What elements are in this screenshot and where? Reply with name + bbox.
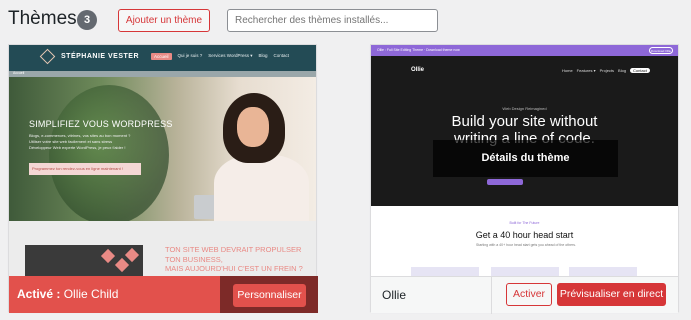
- theme-card-active[interactable]: STÉPHANIE VESTER Accueil Qui je suis ? S…: [8, 44, 318, 313]
- preview-eyebrow: Web Design Reimagined: [502, 106, 547, 111]
- preview-section-text: Starting with a 40+ hour head start gets…: [476, 243, 576, 247]
- preview-nav: Accueil Qui je suis ? Services WordPress…: [151, 53, 289, 60]
- theme-card-ollie[interactable]: Ollie : Full Site Editing Theme · Downlo…: [370, 44, 679, 314]
- preview-nav: Home Features ▾ Projects Blog Contact: [562, 68, 650, 73]
- preview-feature-box: [491, 267, 559, 276]
- diamond-logo-icon: [39, 48, 56, 65]
- preview-headline: SIMPLIFIEZ VOUS WORDPRESS: [29, 119, 173, 129]
- theme-screenshot[interactable]: STÉPHANIE VESTER Accueil Qui je suis ? S…: [9, 45, 316, 276]
- preview-quote-line: TON BUSINESS,: [165, 254, 223, 264]
- preview-nav-item: Contact: [273, 53, 289, 58]
- preview-section-eyebrow: Built for The Future: [509, 221, 540, 225]
- preview-announcement-button: Download Ollie: [649, 47, 673, 54]
- preview-purple-button: [487, 179, 523, 185]
- preview-breadcrumb-text: Accueil: [13, 71, 25, 75]
- person-face: [237, 107, 269, 147]
- preview-quote-line: TON SITE WEB DEVRAIT PROPULSER: [165, 245, 302, 254]
- plant-illustration: [49, 85, 169, 225]
- active-theme-label: Activé : Ollie Child: [9, 276, 220, 313]
- preview-cta: Programmez ton rendez-vous en ligne main…: [29, 163, 141, 175]
- theme-details-overlay[interactable]: Détails du thème: [433, 140, 618, 177]
- footer-divider: [491, 277, 492, 314]
- preview-nav-item: Home: [562, 68, 573, 73]
- preview-nav-item: Blog: [258, 53, 268, 58]
- preview-body: Blogs, e-commerces, vitrines, vos sites …: [29, 133, 169, 151]
- preview-logo: Ollie: [411, 67, 425, 73]
- preview-announcement-bar: Ollie : Full Site Editing Theme · Downlo…: [371, 45, 678, 56]
- theme-count-badge: 3: [77, 10, 97, 30]
- preview-headline-line: Build your site without: [451, 113, 598, 130]
- theme-screenshot[interactable]: Ollie : Full Site Editing Theme · Downlo…: [371, 45, 678, 276]
- page-title: Thèmes: [8, 8, 77, 29]
- theme-name: Ollie Child: [63, 287, 119, 301]
- preview-feature-box: [569, 267, 637, 276]
- preview-quote: TON SITE WEB DEVRAIT PROPULSER TON BUSIN…: [165, 245, 315, 274]
- preview-nav-button: Contact: [630, 68, 650, 73]
- preview-nav-item: Projects: [599, 68, 615, 73]
- preview-nav-item: Accueil: [151, 53, 172, 60]
- live-preview-button[interactable]: Prévisualiser en direct: [557, 283, 666, 306]
- preview-quote-line: MAIS AUJOURD'HUI C'EST UN FREIN ?: [165, 264, 303, 273]
- add-theme-button[interactable]: Ajouter un thème: [118, 9, 210, 32]
- customize-button[interactable]: Personnaliser: [233, 284, 306, 307]
- activate-button[interactable]: Activer: [506, 283, 552, 306]
- preview-nav-item: Services WordPress ▾: [208, 53, 253, 58]
- search-themes-input[interactable]: [227, 9, 438, 32]
- preview-header: STÉPHANIE VESTER Accueil Qui je suis ? S…: [9, 45, 316, 71]
- preview-announcement: Ollie : Full Site Editing Theme · Downlo…: [377, 48, 460, 52]
- theme-name: Ollie: [382, 288, 407, 302]
- active-status: Activé :: [17, 287, 61, 301]
- preview-body-line: Développeur Web experte WordPress, je pe…: [29, 145, 126, 150]
- preview-brand: STÉPHANIE VESTER: [61, 53, 140, 60]
- preview-nav-item: Blog: [618, 68, 627, 73]
- person-illustration: [214, 155, 309, 225]
- preview-nav-item: Features ▾: [576, 68, 596, 73]
- preview-nav-item: Qui je suis ?: [177, 53, 203, 58]
- page-header: Thèmes 3 Ajouter un thème: [0, 0, 691, 40]
- preview-section-title: Get a 40 hour head start: [475, 230, 574, 240]
- preview-feature-box: [411, 267, 479, 276]
